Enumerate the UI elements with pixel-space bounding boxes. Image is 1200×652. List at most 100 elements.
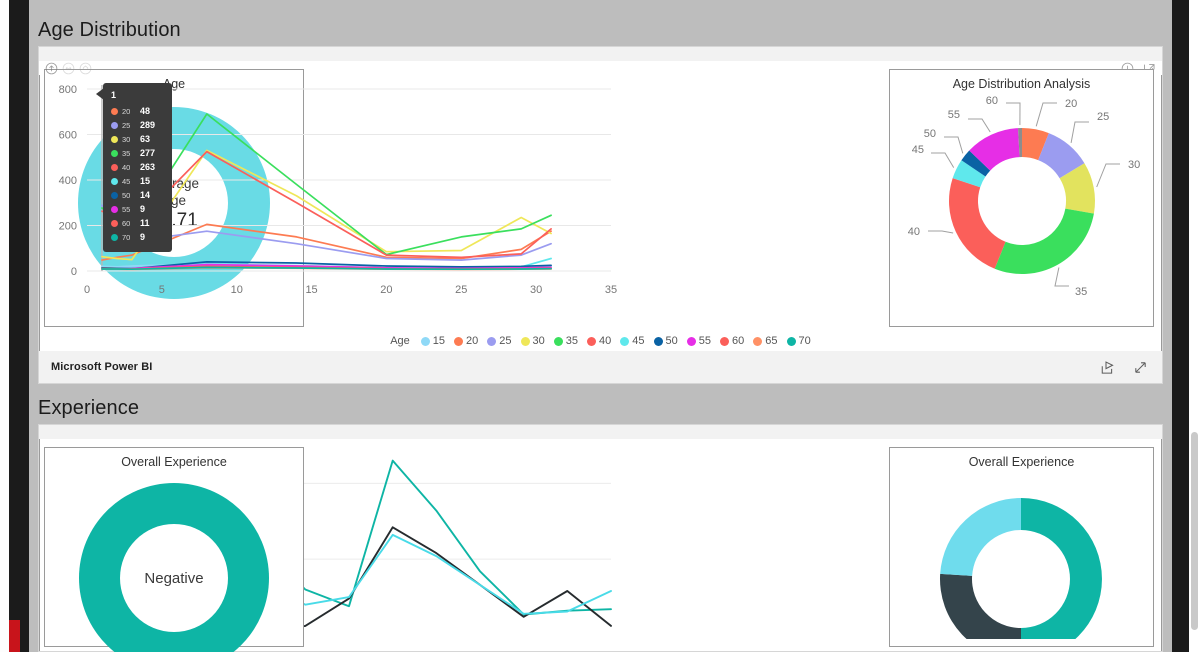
y-axis-tick-label: 400: [59, 175, 77, 187]
legend-color-dot: [420, 336, 430, 346]
drill-down-expand-icon[interactable]: [62, 62, 75, 75]
donut-slice-label-45: 45: [912, 144, 924, 156]
powerbi-footer-bar: Microsoft Power BI: [38, 351, 1163, 384]
legend-item[interactable]: 55: [686, 335, 712, 347]
legend-item-label: 55: [698, 335, 712, 347]
tooltip-series-key: 25: [122, 120, 131, 130]
tooltip-series-value: 277: [140, 148, 156, 158]
x-axis-tick-label: 30: [530, 284, 542, 296]
legend-item-label: 70: [798, 335, 811, 347]
report-body-experience: Overall Experience Negative 5001,000 Ove…: [39, 439, 1162, 652]
legend-item-label: 65: [765, 335, 778, 347]
visual-age-line-chart[interactable]: 0 200 400 600 800 0 5 10 15 20 25 30 35 1 20 48 25 289 3…: [39, 61, 1162, 351]
visual-overall-experience-kpi[interactable]: Overall Experience Negative: [44, 447, 304, 652]
tooltip-row: 70 9: [111, 230, 164, 244]
legend-item-label: 15: [432, 335, 446, 347]
legend-item[interactable]: 70: [786, 335, 811, 347]
visual-overall-experience-breakdown[interactable]: Overall Experience: [889, 447, 1154, 647]
share-icon[interactable]: [1100, 360, 1115, 375]
experience-donut-plot: [940, 498, 1102, 639]
visual-age-distribution-analysis[interactable]: Age Distribution Analysis 20 25 30 35 40 45 50…: [889, 69, 1154, 327]
taskbar-red-marker: [9, 620, 20, 652]
legend-item[interactable]: 30: [520, 335, 545, 347]
legend-color-dot: [686, 336, 696, 346]
fullscreen-icon[interactable]: [1133, 360, 1148, 375]
legend-item-label: 45: [632, 335, 645, 347]
legend-item[interactable]: 40: [587, 335, 611, 347]
tooltip-series-dot: [111, 135, 118, 143]
tooltip-row: 50 14: [111, 188, 164, 202]
page-title: Age Distribution: [38, 19, 181, 41]
drill-mode-icon[interactable]: [79, 62, 92, 75]
tooltip-series-value: 14: [140, 190, 151, 200]
tooltip-rows: 20 48 25 289 30 63 35 277 40 263 45 15 50 14 55 9 60 11 70…: [111, 104, 164, 244]
report-top-strip-2: [39, 425, 1162, 439]
tooltip-series-dot: [111, 205, 118, 213]
legend-item[interactable]: 65: [753, 335, 778, 347]
donut-slice-40[interactable]: [949, 178, 1006, 269]
legend-item[interactable]: 50: [653, 335, 678, 347]
legend-color-dot: [454, 336, 464, 346]
donut-slice-label-25: 25: [1097, 111, 1109, 123]
legend-item[interactable]: 60: [720, 335, 744, 347]
donut-center-value-exp: Negative: [144, 569, 204, 587]
donut-slice-label-20: 20: [1065, 98, 1077, 110]
visual-divider-right-2: [1161, 439, 1162, 651]
age-distribution-donut-plot: 20 25 30 35 40 4550 55 60: [908, 95, 1141, 298]
x-axis-tick-label: 15: [305, 284, 317, 296]
tooltip-row: 60 11: [111, 216, 164, 230]
x-axis-tick-label: 35: [605, 284, 617, 296]
tooltip-series-key: 40: [122, 162, 131, 172]
donut-slice-35[interactable]: [994, 208, 1094, 274]
tooltip-series-value: 11: [140, 218, 150, 228]
legend-item-label: 30: [532, 335, 545, 347]
tooltip-series-key: 45: [122, 176, 131, 186]
page-title-experience: Experience: [38, 397, 140, 419]
tooltip-row: 45 15: [111, 174, 164, 188]
tooltip-series-dot: [111, 191, 118, 199]
donut-slice-Negative[interactable]: [940, 573, 1021, 639]
drill-up-icon[interactable]: [45, 62, 58, 75]
y-axis-tick-label: 200: [59, 221, 77, 233]
tooltip-row: 35 277: [111, 146, 164, 160]
overall-experience-donut-ring: Negative: [79, 483, 269, 652]
tooltip-header: 1: [111, 90, 117, 100]
donut-slice-Positive[interactable]: [1021, 498, 1102, 639]
visual-title-exp-analysis: Overall Experience: [968, 455, 1075, 469]
donut-slice-Neutral[interactable]: [940, 498, 1021, 576]
donut-slice-label-50: 50: [924, 128, 936, 140]
visual-divider-right: [1161, 75, 1162, 351]
legend-item[interactable]: 25: [487, 335, 512, 347]
legend-item-label: 35: [565, 335, 579, 347]
tooltip-series-dot: [111, 233, 118, 241]
page-scrollbar-thumb[interactable]: [1191, 432, 1198, 630]
tooltip-series-key: 50: [122, 190, 131, 200]
x-axis-tick-label: 20: [380, 284, 392, 296]
legend-item[interactable]: 35: [553, 335, 579, 347]
tooltip-series-dot: [111, 121, 118, 129]
tooltip-series-key: 60: [122, 218, 131, 228]
y-axis-tick-label: 0: [71, 266, 77, 278]
tooltip-series-key: 35: [122, 148, 131, 158]
tooltip-series-dot: [111, 177, 118, 185]
tooltip-row: 25 289: [111, 118, 164, 132]
donut-slice-label-30: 30: [1128, 159, 1140, 171]
legend-color-dot: [720, 336, 730, 346]
legend-item[interactable]: 15: [420, 335, 446, 347]
legend-items: 15 20 25 30 35 40 45 50 55 60 65 70: [420, 335, 811, 347]
legend-item-label: 20: [466, 335, 479, 347]
donut-slice-label-55: 55: [948, 109, 960, 121]
legend-item-label: 40: [599, 335, 612, 347]
y-axis-tick-label: 600: [59, 130, 77, 142]
report-top-strip: [39, 47, 1162, 61]
donut-slice-label-35: 35: [1075, 286, 1087, 298]
legend-item[interactable]: 20: [454, 335, 478, 347]
legend-item[interactable]: 45: [620, 335, 645, 347]
window-edge-left: [0, 0, 9, 652]
legend-color-dot: [487, 336, 497, 346]
tooltip-series-value: 63: [140, 134, 151, 144]
visual-divider-left-2: [39, 439, 40, 651]
tooltip-series-value: 289: [140, 120, 156, 130]
x-axis-tick-label: 5: [159, 284, 165, 296]
legend-item-label: 50: [665, 335, 678, 347]
